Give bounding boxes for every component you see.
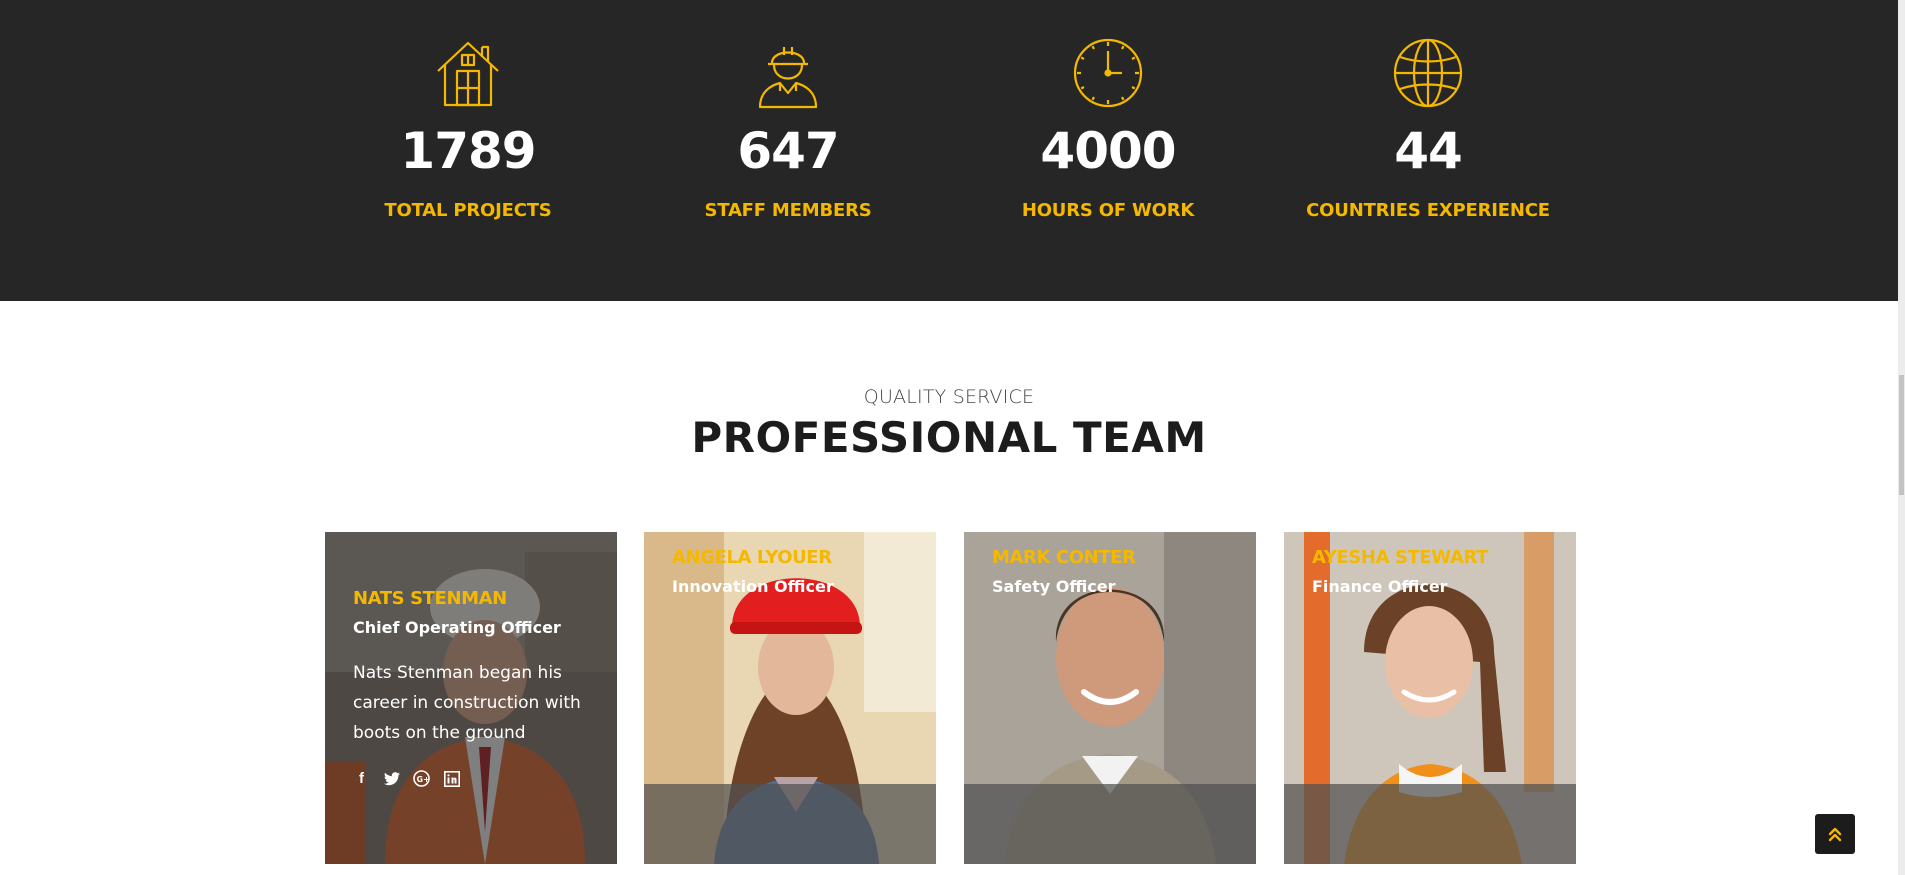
team-card-mark-conter[interactable]: MARK CONTER Safety Officer xyxy=(964,532,1256,864)
team-member-name: AYESHA STEWART xyxy=(1312,547,1489,568)
facebook-icon[interactable]: f xyxy=(353,770,370,787)
team-member-role: Safety Officer xyxy=(992,577,1116,596)
house-icon xyxy=(437,41,499,107)
card-caption xyxy=(1284,784,1576,864)
linkedin-icon[interactable] xyxy=(443,770,460,787)
team-member-name: MARK CONTER xyxy=(992,547,1136,568)
stat-value: 44 xyxy=(1394,122,1463,180)
stat-value: 4000 xyxy=(1040,122,1176,180)
team-card-angela-lyouer[interactable]: ANGELA LYOUER Innovation Officer xyxy=(644,532,936,864)
stat-staff-members: 647 STAFF MEMBERS xyxy=(638,0,938,221)
team-member-role: Chief Operating Officer xyxy=(353,618,561,637)
team-member-name: ANGELA LYOUER xyxy=(672,547,832,568)
globe-icon xyxy=(1393,38,1463,108)
back-to-top-button[interactable] xyxy=(1815,814,1855,854)
team-member-bio: Nats Stenman began his career in constru… xyxy=(353,663,581,743)
stats-band: 1789 TOTAL PROJECTS 647 STAFF MEMBERS 40… xyxy=(0,0,1898,301)
stat-value: 1789 xyxy=(400,122,536,180)
team-card-nats-stenman[interactable]: NATS STENMAN Chief Operating Officer Nat… xyxy=(325,532,617,864)
clock-icon xyxy=(1073,38,1143,108)
stat-label: HOURS OF WORK xyxy=(1021,200,1195,221)
page-scrollbar[interactable] xyxy=(1898,0,1905,875)
svg-text:G+: G+ xyxy=(417,775,430,784)
stat-label: COUNTRIES EXPERIENCE xyxy=(1306,200,1550,221)
team-member-name: NATS STENMAN xyxy=(353,588,507,609)
scrollbar-thumb[interactable] xyxy=(1899,375,1904,495)
card-caption xyxy=(644,784,936,864)
stat-hours-of-work: 4000 HOURS OF WORK xyxy=(958,0,1258,221)
social-links: f G+ xyxy=(353,770,460,787)
stat-label: STAFF MEMBERS xyxy=(704,200,872,221)
google-plus-icon[interactable]: G+ xyxy=(413,770,430,787)
section-title: PROFESSIONAL TEAM xyxy=(691,413,1207,462)
card-caption xyxy=(964,784,1256,864)
stat-countries-experience: 44 COUNTRIES EXPERIENCE xyxy=(1278,0,1578,221)
stat-total-projects: 1789 TOTAL PROJECTS xyxy=(318,0,618,221)
section-subtitle: QUALITY SERVICE xyxy=(863,386,1035,408)
twitter-icon[interactable] xyxy=(383,770,400,787)
stat-value: 647 xyxy=(737,122,839,180)
worker-icon xyxy=(758,47,818,109)
team-member-role: Innovation Officer xyxy=(672,577,834,596)
double-chevron-up-icon xyxy=(1828,827,1842,842)
team-member-role: Finance Officer xyxy=(1312,577,1448,596)
team-card-ayesha-stewart[interactable]: AYESHA STEWART Finance Officer xyxy=(1284,532,1576,864)
stat-label: TOTAL PROJECTS xyxy=(384,200,552,221)
